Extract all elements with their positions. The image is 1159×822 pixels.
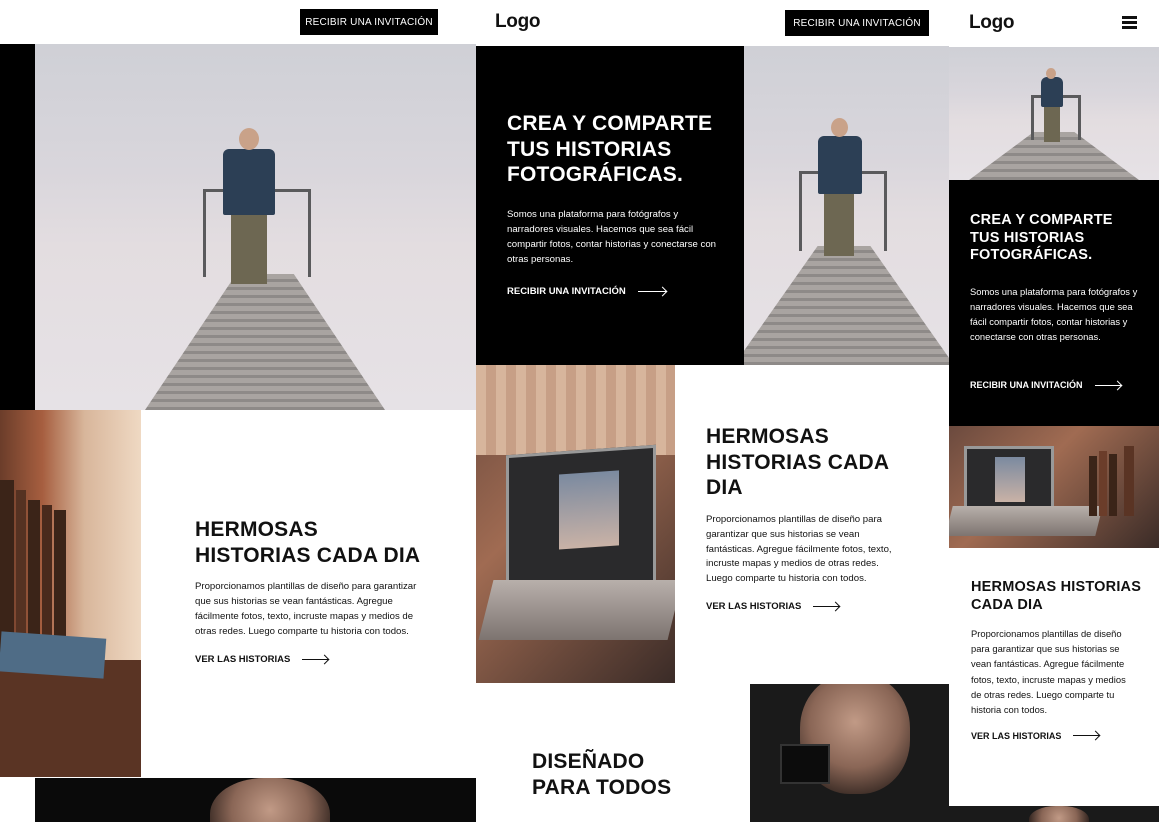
hero-cta[interactable]: RECIBIR UNA INVITACIÓN: [970, 380, 1121, 390]
man-photo: [750, 684, 949, 822]
stories-cta[interactable]: VER LAS HISTORIAS: [971, 731, 1151, 741]
pier-photo: [744, 46, 949, 365]
stories-section: HERMOSAS HISTORIAS CADA DIA Proporcionam…: [971, 579, 1151, 741]
hero-cta[interactable]: RECIBIR UNA INVITACIÓN: [507, 286, 666, 297]
black-band-bottom: [35, 778, 476, 822]
hero-card: CREA Y COMPARTE TUS HISTORIAS FOTOGRÁFIC…: [476, 46, 744, 365]
hero-title: CREA Y COMPARTE TUS HISTORIAS FOTOGRÁFIC…: [970, 212, 1113, 264]
stories-body: Proporcionamos plantillas de diseño para…: [195, 581, 417, 637]
stories-title: HERMOSAS HISTORIAS CADA DIA: [195, 518, 421, 567]
arrow-right-icon: [813, 606, 840, 608]
header-invite-button[interactable]: RECIBIR UNA INVITACIÓN: [785, 10, 929, 36]
stories-cta[interactable]: VER LAS HISTORIAS: [706, 601, 926, 612]
man-photo: [949, 806, 1159, 822]
laptop-photo: [949, 426, 1159, 548]
hero-title: CREA Y COMPARTE TUS HISTORIAS FOTOGRÁFIC…: [507, 112, 713, 187]
hero-cta-label: RECIBIR UNA INVITACIÓN: [507, 286, 626, 297]
stories-cta-label: VER LAS HISTORIAS: [971, 730, 1062, 741]
arrow-right-icon: [1094, 384, 1121, 386]
stories-title: HERMOSAS HISTORIAS CADA DIA: [706, 425, 889, 500]
pier-photo: [949, 47, 1159, 180]
stories-cta[interactable]: VER LAS HISTORIAS: [195, 654, 445, 665]
hero-body: Somos una plataforma para fotógrafos y n…: [970, 286, 1138, 343]
logo[interactable]: Logo: [969, 12, 1015, 34]
designed-title: DISEÑADO PARA TODOS: [532, 750, 672, 799]
books-photo: [0, 410, 141, 777]
black-strip: [0, 44, 35, 410]
logo[interactable]: Logo: [495, 11, 541, 33]
stories-body: Proporcionamos plantillas de diseño para…: [706, 513, 892, 585]
panel-desktop: RECIBIR UNA INVITACIÓN HERMOSAS HISTORIA…: [0, 0, 476, 822]
panel-tablet: Logo RECIBIR UNA INVITACIÓN CREA Y COMPA…: [476, 0, 949, 822]
hero-cta-label: RECIBIR UNA INVITACIÓN: [970, 380, 1083, 390]
hamburger-menu-icon[interactable]: [1122, 16, 1137, 29]
header-invite-button[interactable]: RECIBIR UNA INVITACIÓN: [300, 9, 438, 35]
stories-body: Proporcionamos plantillas de diseño para…: [971, 628, 1126, 715]
stories-cta-label: VER LAS HISTORIAS: [706, 601, 802, 613]
arrow-right-icon: [302, 658, 329, 660]
hero-body: Somos una plataforma para fotógrafos y n…: [507, 209, 717, 265]
stories-section: HERMOSAS HISTORIAS CADA DIA Proporcionam…: [195, 517, 445, 665]
arrow-right-icon: [637, 291, 666, 292]
hero-card: CREA Y COMPARTE TUS HISTORIAS FOTOGRÁFIC…: [949, 180, 1159, 426]
stories-section: HERMOSAS HISTORIAS CADA DIA Proporcionam…: [706, 424, 926, 612]
stories-cta-label: VER LAS HISTORIAS: [195, 653, 291, 665]
stories-title: HERMOSAS HISTORIAS CADA DIA: [971, 579, 1142, 613]
panel-mobile: Logo CREA Y COMPARTE TUS HISTORIAS FOTOG…: [949, 0, 1159, 822]
pier-photo: [35, 44, 476, 410]
arrow-right-icon: [1073, 735, 1100, 737]
laptop-photo: [476, 365, 675, 683]
